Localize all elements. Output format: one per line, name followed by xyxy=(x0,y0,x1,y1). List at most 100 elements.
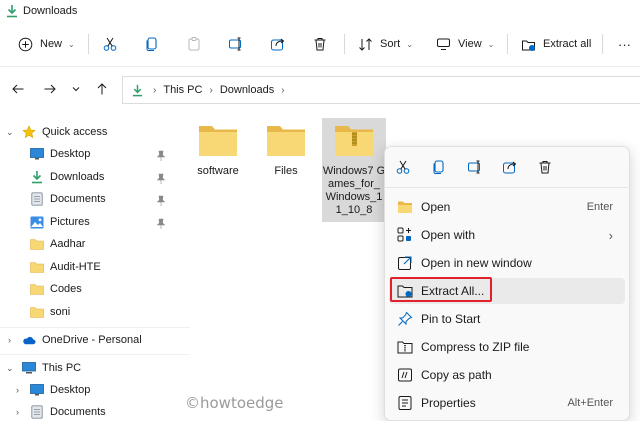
chevron-right-icon[interactable]: › xyxy=(16,385,19,395)
ctx-copy-button[interactable] xyxy=(429,157,449,177)
share-icon xyxy=(503,161,517,174)
new-button[interactable]: New ⌄ xyxy=(18,22,75,66)
zip-icon xyxy=(397,339,413,355)
file-item-windows7-games[interactable]: Windows7 Games_for_ Windows_1 1_10_8 xyxy=(322,118,386,222)
copy-button[interactable] xyxy=(144,22,160,66)
ctx-share-button[interactable] xyxy=(500,157,520,177)
chevron-down-icon: ⌄ xyxy=(68,39,75,49)
share-button[interactable] xyxy=(270,22,286,66)
sidebar-item-this-pc[interactable]: ⌄ This PC xyxy=(6,357,81,379)
folder-icon xyxy=(30,237,44,251)
extract-all-button[interactable]: Extract all xyxy=(521,22,591,66)
share-icon xyxy=(271,38,285,51)
forward-button[interactable] xyxy=(42,81,58,97)
more-icon: ··· xyxy=(618,36,631,52)
sidebar-item-desktop[interactable]: Desktop xyxy=(30,143,90,165)
folder-icon xyxy=(267,126,305,156)
pin-icon[interactable] xyxy=(156,218,166,230)
pin-icon[interactable] xyxy=(156,195,166,207)
menu-item-pin-to-start[interactable]: Pin to Start xyxy=(389,306,625,332)
folder-icon xyxy=(30,282,44,296)
menu-item-open-with[interactable]: Open with › xyxy=(389,222,625,248)
sidebar-item-pc-desktop[interactable]: › Desktop xyxy=(16,379,90,401)
menu-item-label: Open in new window xyxy=(421,256,532,270)
chevron-down-icon[interactable]: ⌄ xyxy=(6,363,14,374)
menu-item-label: Compress to ZIP file xyxy=(421,340,530,354)
window-title: Downloads xyxy=(23,5,78,17)
divider xyxy=(602,34,603,54)
file-item-files[interactable]: Files xyxy=(254,123,318,178)
view-button[interactable]: View ⌄ xyxy=(436,22,494,66)
sidebar-item-onedrive[interactable]: › OneDrive - Personal xyxy=(8,329,142,351)
sidebar-item-pictures[interactable]: Pictures xyxy=(30,211,90,233)
chevron-down-icon[interactable]: ⌄ xyxy=(6,127,14,138)
trash-icon xyxy=(314,38,326,51)
pin-icon[interactable] xyxy=(156,150,166,162)
recent-button[interactable] xyxy=(68,81,84,97)
sidebar-item-aadhar[interactable]: Aadhar xyxy=(30,233,85,255)
delete-button[interactable] xyxy=(312,22,328,66)
breadcrumb-downloads[interactable]: Downloads xyxy=(220,84,274,96)
menu-item-copy-as-path[interactable]: Copy as path xyxy=(389,362,625,388)
rename-icon xyxy=(229,37,241,51)
view-icon xyxy=(437,38,450,50)
cut-button[interactable] xyxy=(102,22,118,66)
star-icon xyxy=(22,125,36,139)
trash-icon xyxy=(539,161,551,174)
ctx-delete-button[interactable] xyxy=(535,157,555,177)
paste-button[interactable] xyxy=(186,22,202,66)
pin-icon xyxy=(397,311,413,327)
sidebar-item-quick-access[interactable]: ⌄ Quick access xyxy=(6,121,108,143)
chevron-down-icon xyxy=(72,87,80,92)
menu-item-label: Copy as path xyxy=(421,368,492,382)
breadcrumb-this-pc[interactable]: This PC xyxy=(163,84,202,96)
chevron-right-icon: › xyxy=(281,84,285,96)
chevron-down-icon: ⌄ xyxy=(487,39,495,49)
sidebar-item-label: Quick access xyxy=(42,126,108,138)
pin-icon[interactable] xyxy=(156,173,166,185)
sidebar-item-downloads[interactable]: Downloads xyxy=(30,166,104,188)
ctx-rename-button[interactable] xyxy=(465,157,485,177)
documents-icon xyxy=(30,405,44,419)
scissors-icon xyxy=(103,37,117,51)
sidebar-item-audit-hte[interactable]: Audit-HTE xyxy=(30,256,101,278)
menu-item-open-new-window[interactable]: Open in new window xyxy=(389,250,625,276)
divider xyxy=(385,187,631,188)
properties-icon xyxy=(397,395,413,411)
menu-item-properties[interactable]: Properties Alt+Enter xyxy=(389,390,625,416)
sidebar-item-documents[interactable]: Documents xyxy=(30,188,106,210)
copy-icon xyxy=(433,160,444,174)
download-icon xyxy=(132,84,143,96)
sidebar-item-label: Downloads xyxy=(50,171,105,183)
divider xyxy=(88,34,89,54)
menu-item-label: Open with xyxy=(421,228,476,242)
title-bar: Downloads xyxy=(0,0,640,22)
menu-item-open[interactable]: Open Enter xyxy=(389,194,625,220)
rename-button[interactable] xyxy=(228,22,244,66)
back-button[interactable] xyxy=(10,81,26,97)
sort-button[interactable]: Sort ⌄ xyxy=(358,22,413,66)
download-icon xyxy=(7,5,17,18)
folder-icon xyxy=(30,260,44,274)
address-row: › This PC › Downloads › xyxy=(0,66,640,112)
plus-circle-icon xyxy=(18,37,33,51)
watermark: ©howtoedge xyxy=(185,394,284,412)
address-bar[interactable]: › This PC › Downloads › xyxy=(122,76,640,104)
sidebar-item-codes[interactable]: Codes xyxy=(30,278,82,300)
chevron-down-icon: ⌄ xyxy=(406,39,413,49)
more-button[interactable]: ··· xyxy=(618,22,631,66)
up-button[interactable] xyxy=(94,81,110,97)
desktop-icon xyxy=(30,383,44,397)
sidebar-item-pc-documents[interactable]: › Documents xyxy=(16,401,106,421)
file-item-software[interactable]: software xyxy=(186,123,250,178)
menu-item-compress-zip[interactable]: Compress to ZIP file xyxy=(389,334,625,360)
highlight-box xyxy=(390,277,492,302)
rename-icon xyxy=(468,160,480,174)
sidebar-item-soni[interactable]: soni xyxy=(30,301,70,323)
chevron-right-icon[interactable]: › xyxy=(16,407,19,417)
chevron-right-icon[interactable]: › xyxy=(8,335,11,345)
zip-folder-icon xyxy=(335,126,373,156)
menu-item-shortcut: Enter xyxy=(586,201,613,213)
sidebar-item-label: Audit-HTE xyxy=(50,261,101,273)
ctx-cut-button[interactable] xyxy=(393,157,413,177)
